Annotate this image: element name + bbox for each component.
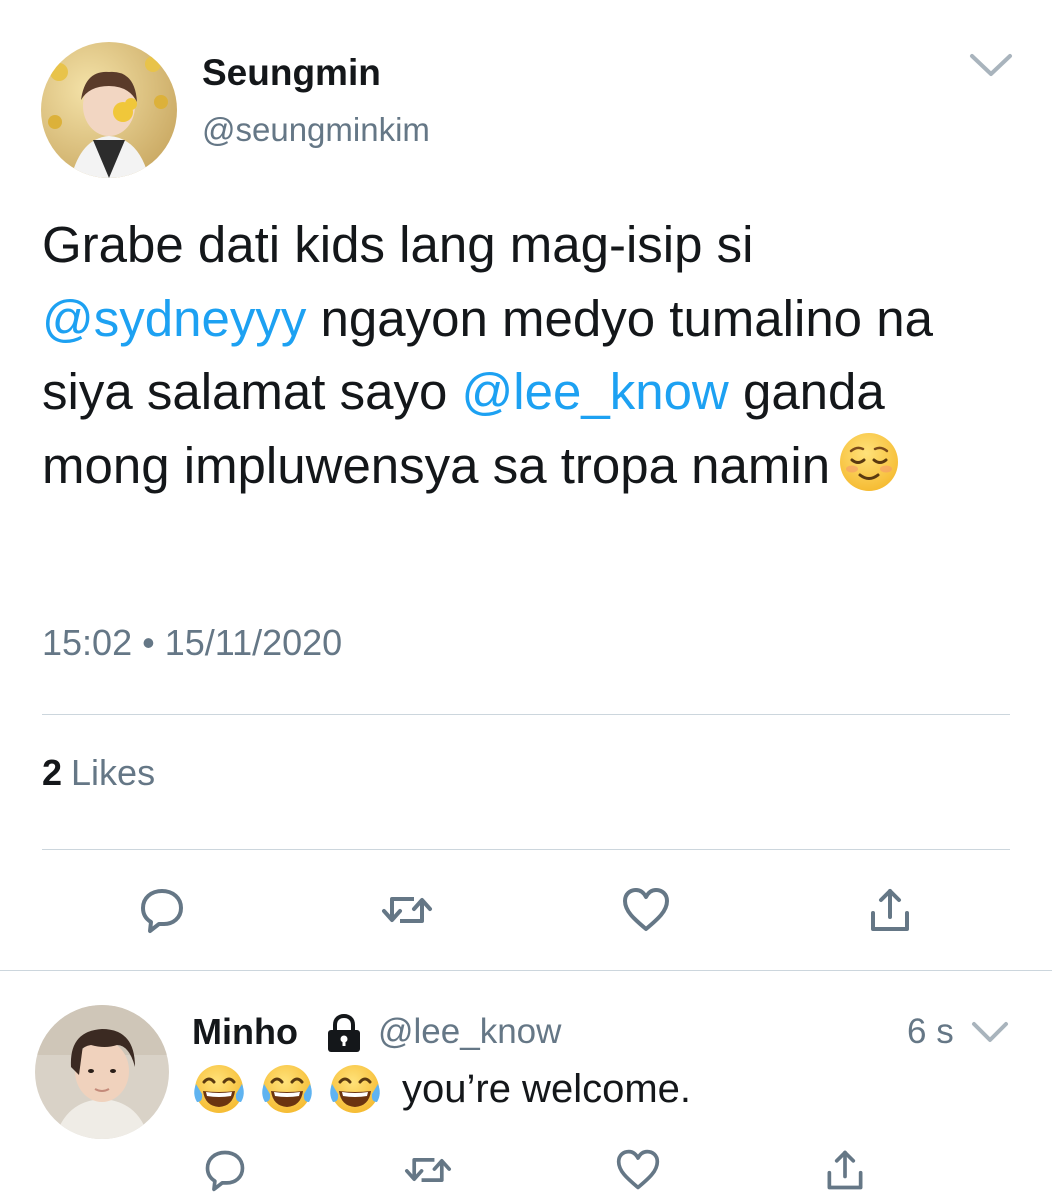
face-with-tears-of-joy-icon	[328, 1062, 382, 1116]
avatar[interactable]	[41, 42, 177, 178]
tweet-text-part: Grabe dati kids lang mag-isip si	[42, 216, 754, 273]
like-button[interactable]	[616, 880, 676, 940]
chevron-down-icon[interactable]	[970, 1018, 1010, 1048]
reply-icon	[141, 889, 183, 933]
reply-avatar[interactable]	[35, 1005, 169, 1139]
likes-count[interactable]: 2 Likes	[42, 752, 155, 794]
divider	[42, 714, 1010, 715]
reply-timestamp: 6 s	[907, 1012, 954, 1051]
like-icon	[623, 888, 669, 931]
share-icon	[827, 1150, 863, 1190]
reply-display-name[interactable]: Minho	[192, 1011, 298, 1053]
share-icon	[871, 889, 909, 931]
likes-number: 2	[42, 752, 63, 793]
mention-link[interactable]: @lee_know	[462, 363, 729, 420]
retweet-icon	[382, 897, 432, 923]
lock-icon	[323, 1013, 365, 1055]
face-with-tears-of-joy-icon	[192, 1062, 246, 1116]
reply-text: you’re welcome.	[192, 1062, 691, 1116]
reply-message: you’re welcome.	[402, 1066, 692, 1111]
share-button[interactable]	[815, 1140, 875, 1200]
share-button[interactable]	[860, 880, 920, 940]
tweet-text: Grabe dati kids lang mag-isip si @sydney…	[42, 208, 1022, 502]
display-name[interactable]: Seungmin	[202, 52, 381, 94]
likes-label: Likes	[71, 752, 156, 793]
face-with-tears-of-joy-icon	[260, 1062, 314, 1116]
retweet-button[interactable]	[377, 880, 437, 940]
reply-button[interactable]	[132, 880, 192, 940]
reply-handle[interactable]: @lee_know	[378, 1012, 561, 1052]
handle[interactable]: @seungminkim	[202, 111, 430, 149]
chevron-down-icon[interactable]	[968, 48, 1014, 82]
reply-button[interactable]	[195, 1140, 255, 1200]
mention-link[interactable]: @sydneyyy	[42, 290, 306, 347]
like-icon	[616, 1149, 660, 1190]
like-button[interactable]	[608, 1140, 668, 1200]
retweet-button[interactable]	[398, 1140, 458, 1200]
retweet-icon	[405, 1158, 451, 1182]
relieved-face-icon	[838, 431, 900, 493]
reply-icon	[205, 1150, 245, 1192]
divider	[0, 970, 1052, 971]
tweet-timestamp[interactable]: 15:02 • 15/11/2020	[42, 622, 342, 664]
divider	[42, 849, 1010, 850]
